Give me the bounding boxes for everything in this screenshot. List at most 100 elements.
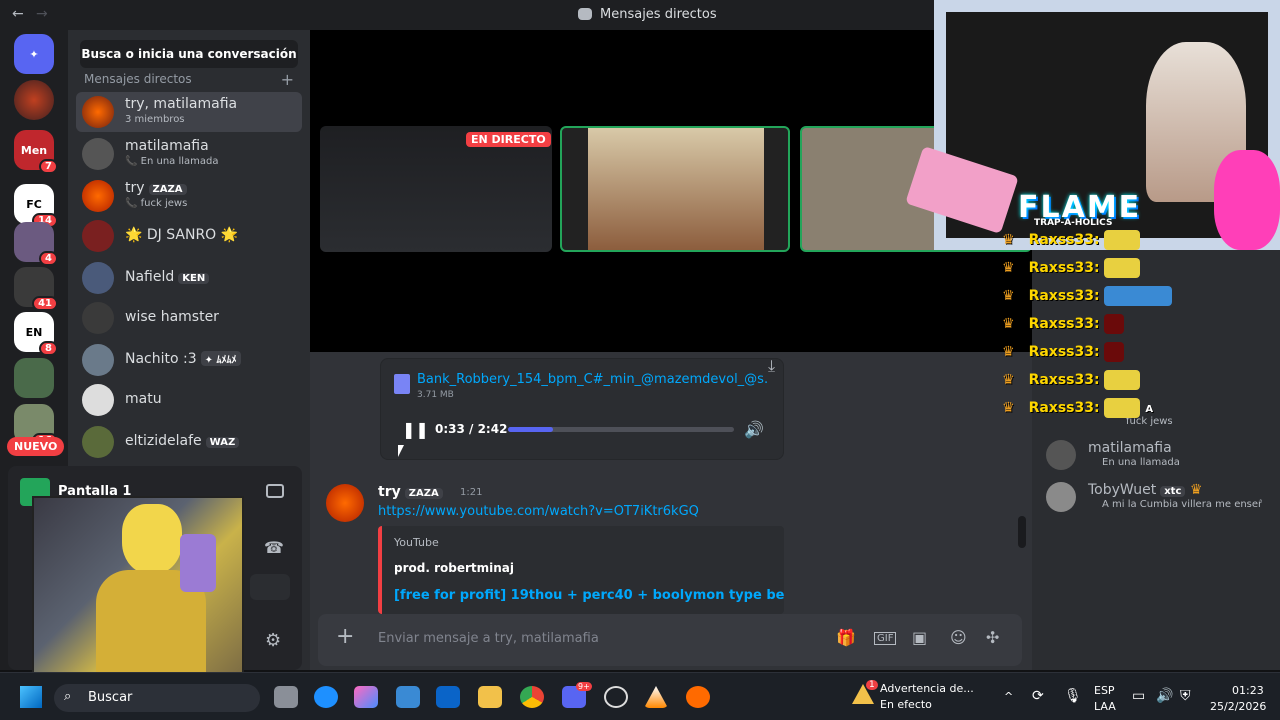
outlook-icon[interactable] xyxy=(436,686,460,708)
cursor-icon xyxy=(398,445,404,457)
gif-icon[interactable]: GIF xyxy=(874,632,897,645)
avatar xyxy=(82,344,114,376)
attach-plus-icon[interactable]: + xyxy=(336,624,354,649)
attachment-size: 3.71 MB xyxy=(417,390,454,400)
pink-sticker xyxy=(1214,150,1280,250)
network-icon[interactable]: ▭ xyxy=(1132,688,1145,704)
member-tag: xtc xyxy=(1160,486,1186,497)
dm-item[interactable]: matu xyxy=(76,380,302,420)
windows-start-icon[interactable] xyxy=(20,686,42,708)
flame-sublogo: TRAP-A-HOLICS xyxy=(1034,218,1113,228)
fl-studio-icon[interactable] xyxy=(686,686,710,708)
language-bottom[interactable]: LAA xyxy=(1094,700,1116,713)
pause-icon[interactable]: ❚❚ xyxy=(402,420,429,439)
server-en[interactable]: EN 8 xyxy=(14,312,58,356)
message-link[interactable]: https://www.youtube.com/watch?v=OT7iKtr6… xyxy=(378,504,699,519)
home-discord-icon[interactable]: ✦ xyxy=(14,34,54,74)
member-name[interactable]: matilamafia xyxy=(1088,440,1172,456)
audio-time: 0:33 / 2:42 xyxy=(435,422,508,436)
popout-icon[interactable] xyxy=(266,484,284,498)
sync-icon[interactable]: ⟳ xyxy=(1032,688,1044,704)
avatar xyxy=(82,180,114,212)
chrome-icon[interactable] xyxy=(520,686,544,708)
avatar xyxy=(82,96,114,128)
dm-item[interactable]: wise hamster xyxy=(76,298,302,338)
embed-title[interactable]: [free for profit] 19thou + perc40 + bool… xyxy=(394,588,784,603)
link-embed: YouTube prod. robertminaj [free for prof… xyxy=(378,526,784,614)
overlay-chat-line: ♛ Raxss33: xyxy=(1002,258,1141,278)
composer-placeholder: Enviar mensaje a try, matilamafia xyxy=(378,631,599,646)
download-icon[interactable]: ⤓ xyxy=(768,356,775,376)
volume-tray-icon[interactable]: 🔊 xyxy=(1156,688,1173,704)
server-fc[interactable]: FC 14 xyxy=(14,184,58,228)
avatar xyxy=(82,302,114,334)
apps-icon[interactable]: ✣ xyxy=(986,628,999,647)
dm-item[interactable]: Nafield KEN xyxy=(76,258,302,298)
avatar xyxy=(82,384,114,416)
avatar xyxy=(82,220,114,252)
back-arrow-icon[interactable]: ← xyxy=(12,6,24,22)
server-icon[interactable]: 41 xyxy=(14,267,58,311)
emoji-icon[interactable]: ☺ xyxy=(950,628,967,647)
taskbar-search[interactable]: ⌕ Buscar xyxy=(54,684,260,712)
embed-author[interactable]: prod. robertminaj xyxy=(394,561,514,575)
avatar[interactable] xyxy=(326,484,364,522)
copilot-icon[interactable] xyxy=(354,686,378,708)
overlay-chat-line: ♛ Raxss33: xyxy=(1002,230,1141,250)
avatar[interactable] xyxy=(1046,440,1076,470)
mic-icon[interactable]: 🎙 xyxy=(1064,688,1082,704)
overlay-chat-line: ♛ Raxss33: xyxy=(1002,370,1141,390)
discord-icon xyxy=(578,8,592,20)
overlay-chat-line: ♛ Raxss33: xyxy=(1002,314,1125,334)
member-status: En una llamada xyxy=(1102,457,1180,468)
server-icon[interactable] xyxy=(14,80,54,120)
language-top[interactable]: ESP xyxy=(1094,684,1115,697)
clock-time[interactable]: 01:23 xyxy=(1232,684,1264,697)
message-composer[interactable]: + Enviar mensaje a try, matilamafia 🎁 GI… xyxy=(318,614,1022,666)
add-dm-icon[interactable]: + xyxy=(281,70,294,89)
avatar[interactable] xyxy=(1046,482,1076,512)
dm-header: Mensajes directos + xyxy=(84,70,294,89)
notification-sub: En efecto xyxy=(880,698,932,711)
store-icon[interactable] xyxy=(396,686,420,708)
sticker-icon[interactable]: ▣ xyxy=(912,628,927,647)
dm-item[interactable]: eltizidelafe WAZ xyxy=(76,422,302,462)
battery-icon[interactable]: ⛨ xyxy=(1180,688,1191,704)
scrollbar[interactable] xyxy=(1018,516,1026,548)
avatar xyxy=(82,262,114,294)
server-men[interactable]: Men 7 xyxy=(14,130,58,174)
clock-date[interactable]: 25/2/2026 xyxy=(1210,700,1266,713)
notification-count: 1 xyxy=(866,680,878,690)
gift-icon[interactable]: 🎁 xyxy=(836,628,856,647)
member-status: A mi la Cumbia villera me enseñ xyxy=(1102,499,1262,510)
chevron-up-icon[interactable]: ^ xyxy=(1004,690,1013,703)
message-tag: ZAZA xyxy=(404,488,443,499)
folder-icon[interactable] xyxy=(478,686,502,708)
avatar xyxy=(82,426,114,458)
dm-item[interactable]: matilamafia 📞 En una llamada xyxy=(76,134,302,174)
server-icon[interactable] xyxy=(14,358,54,398)
server-icon[interactable]: 4 xyxy=(14,222,58,266)
embed-provider: YouTube xyxy=(394,536,439,549)
overlay-chat-line: ♛ Raxss33: xyxy=(1002,342,1125,362)
search-icon: ⌕ xyxy=(64,689,72,704)
task-view-icon[interactable] xyxy=(274,686,298,708)
volume-icon[interactable]: 🔊 xyxy=(744,420,764,439)
dm-item[interactable]: 🌟 DJ SANRO 🌟 xyxy=(76,216,302,256)
video-tile[interactable] xyxy=(560,126,790,252)
attachment-filename[interactable]: Bank_Robbery_154_bpm_C#_min_@mazemdevol_… xyxy=(417,372,767,387)
disconnect-icon[interactable]: ☎ xyxy=(264,538,284,557)
edge-icon[interactable] xyxy=(314,686,338,708)
soundboard-button[interactable] xyxy=(250,574,290,600)
discord-badge: 9+ xyxy=(576,682,592,691)
audio-progress-fill xyxy=(508,427,554,432)
message-author: try xyxy=(378,484,401,500)
forward-arrow-icon[interactable]: → xyxy=(36,6,48,22)
search-conversation-button[interactable]: Busca o inicia una conversación xyxy=(80,40,298,68)
notification-title[interactable]: Advertencia de... xyxy=(880,682,974,695)
dm-item[interactable]: Nachito :3 ✦ ﾑﾒﾑﾒ xyxy=(76,340,302,380)
dm-item[interactable]: try ZAZA 📞 fuck jews xyxy=(76,176,302,216)
obs-icon[interactable] xyxy=(604,686,628,708)
dm-item[interactable]: try, matilamafia 3 miembros xyxy=(76,92,302,132)
settings-gear-icon[interactable]: ⚙ xyxy=(265,630,281,651)
